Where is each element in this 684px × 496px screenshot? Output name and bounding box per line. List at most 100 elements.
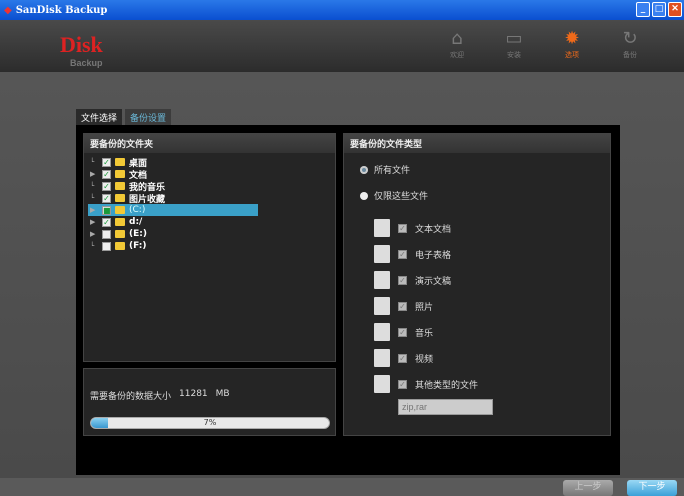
file-type-item: ✓ 电子表格 bbox=[344, 241, 610, 267]
radio-label: 仅限这些文件 bbox=[374, 192, 429, 202]
folder-icon bbox=[115, 182, 125, 190]
presentation-icon bbox=[374, 271, 390, 289]
folder-checkbox[interactable] bbox=[102, 229, 111, 239]
header: Disk Backup ⌂ 欢迎 ▭ 安装 ✹ 选项 ↻ 备份 bbox=[0, 20, 684, 72]
file-type-checkbox[interactable]: ✓ bbox=[398, 327, 407, 337]
folder-checkbox[interactable]: ✓ bbox=[102, 157, 111, 167]
radio-icon bbox=[360, 165, 368, 174]
folder-item[interactable]: └ ✓ 桌面 bbox=[88, 156, 331, 169]
folder-label: (C:) bbox=[129, 205, 146, 215]
expand-arrow-icon[interactable]: ▶ bbox=[90, 206, 98, 214]
folder-icon bbox=[115, 158, 125, 166]
photo-icon bbox=[374, 297, 390, 315]
window-title: SanDisk Backup bbox=[15, 4, 108, 16]
progress-label: 7% bbox=[203, 418, 217, 427]
file-type-checkbox[interactable]: ✓ bbox=[398, 301, 407, 311]
radio-icon bbox=[360, 191, 368, 200]
file-type-item: ✓ 音乐 bbox=[344, 319, 610, 345]
other-file-icon bbox=[374, 375, 390, 393]
size-label: 需要备份的数据大小 bbox=[90, 392, 172, 402]
tab-file-selection[interactable]: 文件选择 bbox=[76, 109, 123, 125]
monitor-icon: ▭ bbox=[505, 28, 523, 49]
text-document-icon bbox=[374, 219, 390, 237]
file-type-checkbox[interactable]: ✓ bbox=[398, 379, 407, 389]
folder-checkbox[interactable]: ✓ bbox=[102, 193, 111, 203]
folder-item[interactable]: ▶ ✓ d:/ bbox=[88, 216, 331, 228]
folder-checkbox[interactable]: ✓ bbox=[102, 217, 111, 227]
folder-panel: 要备份的文件夹 └ ✓ 桌面 ▶ ✓ 文档 └ ✓ 我的音乐 └ ✓ 图片收藏 ▶ ■ (C:) ▶ ✓ d:/▶… bbox=[83, 133, 336, 362]
tree-line: └ bbox=[90, 182, 95, 190]
backup-icon: ↻ bbox=[622, 28, 638, 49]
title-bar: ◆ SanDisk Backup _ □ ✕ bbox=[0, 0, 684, 20]
file-type-checkbox[interactable]: ✓ bbox=[398, 275, 407, 285]
logo: Disk Backup bbox=[60, 32, 103, 68]
file-type-label: 照片 bbox=[415, 302, 434, 313]
expand-arrow-icon[interactable]: ▶ bbox=[90, 230, 98, 238]
folder-icon bbox=[115, 206, 125, 214]
folder-item[interactable]: └ ✓ 我的音乐 bbox=[88, 180, 331, 193]
app-icon: ◆ bbox=[4, 4, 12, 16]
file-type-label: 音乐 bbox=[415, 328, 434, 339]
folder-icon bbox=[115, 194, 125, 202]
folder-icon bbox=[115, 242, 125, 250]
file-type-label: 视频 bbox=[415, 354, 434, 365]
folder-panel-title: 要备份的文件夹 bbox=[84, 134, 335, 153]
size-panel: 需要备份的数据大小 11281 MB 7% bbox=[83, 368, 336, 436]
tab-backup-settings[interactable]: 备份设置 bbox=[125, 109, 172, 125]
gear-icon: ✹ bbox=[564, 28, 580, 49]
tree-line: └ bbox=[90, 242, 95, 250]
maximize-button[interactable]: □ bbox=[652, 2, 666, 17]
tree-line: └ bbox=[90, 194, 95, 202]
main-panel: 要备份的文件夹 └ ✓ 桌面 ▶ ✓ 文档 └ ✓ 我的音乐 └ ✓ 图片收藏 ▶ ■ (C:) ▶ ✓ d:/▶… bbox=[76, 125, 620, 475]
music-icon bbox=[374, 323, 390, 341]
folder-label: d:/ bbox=[129, 217, 143, 227]
file-type-label: 其他类型的文件 bbox=[415, 380, 479, 391]
folder-item[interactable]: └ (F:) bbox=[88, 240, 331, 252]
file-types-panel: 要备份的文件类型 所有文件 仅限这些文件 ✓ 文本文档 ✓ 电子表格 ✓ 演示文稿 ✓ 照片 ✓… bbox=[343, 133, 611, 436]
nav-install[interactable]: ▭ 安装 bbox=[494, 28, 534, 60]
expand-arrow-icon[interactable]: ▶ bbox=[90, 170, 98, 178]
nav-options[interactable]: ✹ 选项 bbox=[552, 28, 592, 60]
file-type-checkbox[interactable]: ✓ bbox=[398, 249, 407, 259]
file-type-checkbox[interactable]: ✓ bbox=[398, 223, 407, 233]
size-unit: MB bbox=[215, 389, 230, 399]
folder-label: 图片收藏 bbox=[129, 194, 166, 205]
nav-backup[interactable]: ↻ 备份 bbox=[610, 28, 650, 60]
file-type-item: ✓ 视频 bbox=[344, 345, 610, 371]
folder-item[interactable]: └ ✓ 图片收藏 bbox=[88, 192, 331, 205]
folder-icon bbox=[115, 218, 125, 226]
folder-item[interactable]: ▶ (E:) bbox=[88, 228, 331, 240]
home-icon: ⌂ bbox=[451, 28, 463, 49]
folder-item[interactable]: ▶ ✓ 文档 bbox=[88, 168, 331, 181]
spreadsheet-icon bbox=[374, 245, 390, 263]
folder-label: (E:) bbox=[129, 229, 147, 239]
close-button[interactable]: ✕ bbox=[668, 2, 682, 17]
file-type-item: ✓ 其他类型的文件 bbox=[344, 371, 610, 397]
folder-icon bbox=[115, 170, 125, 178]
folder-checkbox[interactable]: ✓ bbox=[102, 181, 111, 191]
folder-checkbox[interactable]: ✓ bbox=[102, 169, 111, 179]
file-type-item: ✓ 文本文档 bbox=[344, 215, 610, 241]
progress-bar: 7% bbox=[90, 417, 330, 429]
file-type-item: ✓ 照片 bbox=[344, 293, 610, 319]
folder-checkbox[interactable]: ■ bbox=[102, 205, 111, 215]
radio-only-these[interactable]: 仅限这些文件 bbox=[360, 189, 610, 202]
tree-line: └ bbox=[90, 158, 95, 166]
radio-all-files[interactable]: 所有文件 bbox=[360, 163, 610, 176]
file-types-title: 要备份的文件类型 bbox=[344, 134, 610, 153]
minimize-button[interactable]: _ bbox=[636, 2, 650, 17]
folder-icon bbox=[115, 230, 125, 238]
file-type-checkbox[interactable]: ✓ bbox=[398, 353, 407, 363]
video-icon bbox=[374, 349, 390, 367]
size-value: 11281 bbox=[179, 389, 208, 399]
expand-arrow-icon[interactable]: ▶ bbox=[90, 218, 98, 226]
file-type-label: 演示文稿 bbox=[415, 276, 452, 287]
radio-label: 所有文件 bbox=[374, 166, 411, 176]
folder-item[interactable]: ▶ ■ (C:) bbox=[88, 204, 258, 216]
file-type-label: 文本文档 bbox=[415, 224, 452, 235]
folder-checkbox[interactable] bbox=[102, 241, 111, 251]
other-extensions-input[interactable] bbox=[398, 399, 493, 415]
file-type-label: 电子表格 bbox=[415, 250, 452, 261]
folder-tree[interactable]: └ ✓ 桌面 ▶ ✓ 文档 └ ✓ 我的音乐 └ ✓ 图片收藏 ▶ ■ (C:) ▶ ✓ d:/▶ (E:) └ (F:… bbox=[84, 153, 335, 255]
nav-welcome[interactable]: ⌂ 欢迎 bbox=[437, 28, 477, 60]
